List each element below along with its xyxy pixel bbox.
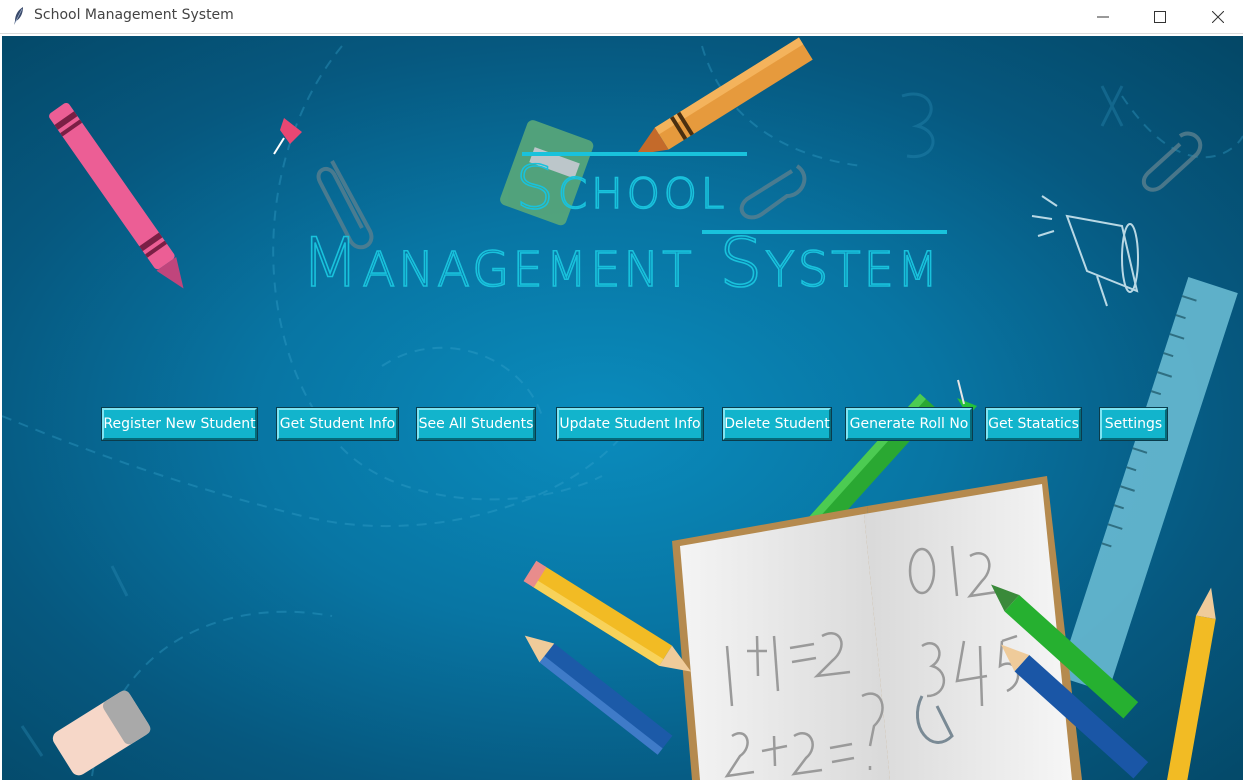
open-notebook-decoration xyxy=(672,476,1082,780)
yellow-pencil-right-decoration xyxy=(1166,587,1216,780)
settings-button[interactable]: Settings xyxy=(1099,407,1168,441)
app-window: School Management System School Manageme… xyxy=(0,0,1243,780)
minimize-icon xyxy=(1097,16,1109,17)
maximize-button[interactable] xyxy=(1137,0,1183,33)
see-all-students-button[interactable]: See All Students xyxy=(416,407,536,441)
get-student-info-button[interactable]: Get Student Info xyxy=(276,407,399,441)
register-new-student-button[interactable]: Register New Student xyxy=(101,407,258,441)
generate-roll-no-button[interactable]: Generate Roll No xyxy=(845,407,973,441)
update-student-info-button[interactable]: Update Student Info xyxy=(556,407,704,441)
delete-student-button[interactable]: Delete Student xyxy=(722,407,832,441)
main-canvas: School Management System Register New St… xyxy=(2,36,1243,780)
close-button[interactable] xyxy=(1195,0,1241,33)
title-bar[interactable]: School Management System xyxy=(0,0,1243,34)
close-icon xyxy=(1212,10,1224,23)
minimize-button[interactable] xyxy=(1080,0,1126,33)
get-statistics-button[interactable]: Get Statatics xyxy=(985,407,1082,441)
eraser-decoration xyxy=(52,690,151,776)
feather-icon xyxy=(14,7,23,25)
title-line-1: School xyxy=(516,153,729,223)
app-title-logo: School Management System xyxy=(300,152,947,304)
title-line-2: Management System xyxy=(301,224,942,303)
window-title: School Management System xyxy=(34,7,234,23)
maximize-icon xyxy=(1154,10,1166,23)
